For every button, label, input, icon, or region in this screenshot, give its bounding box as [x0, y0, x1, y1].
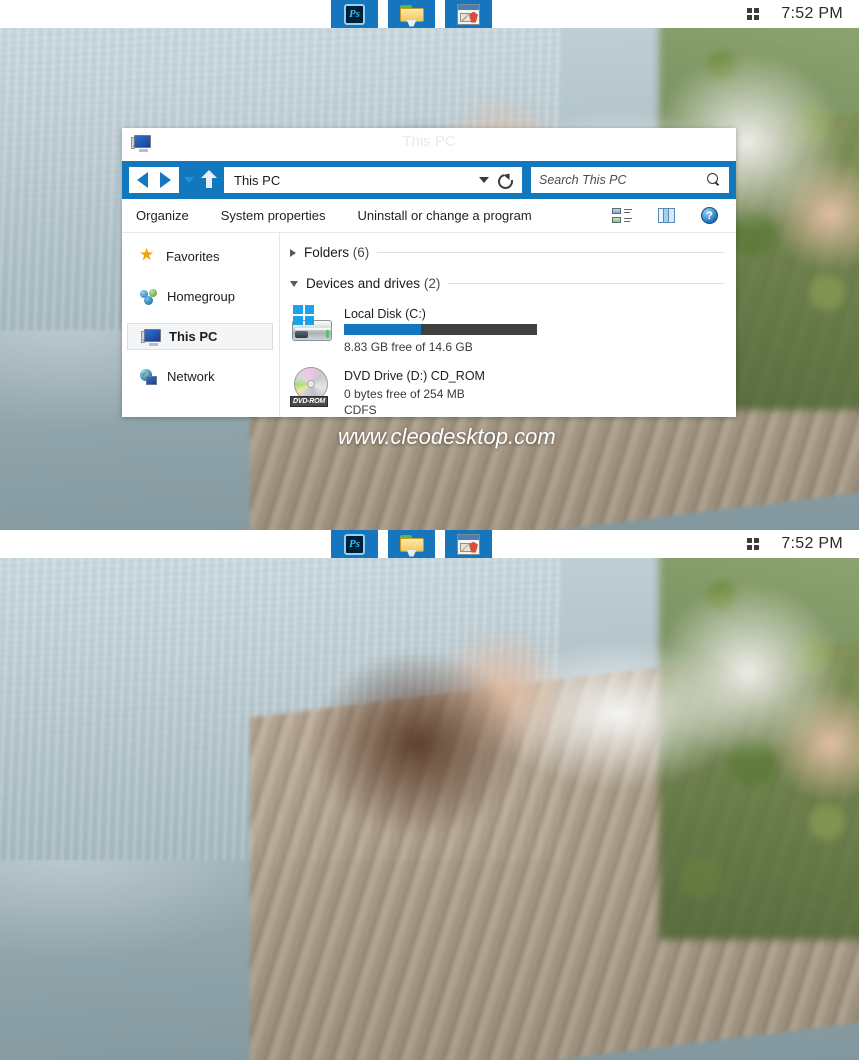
- file-list-pane: Folders (6) Devices and drives (2) Local…: [280, 233, 736, 417]
- command-bar-icons: ?: [612, 207, 722, 224]
- app-grid-icon[interactable]: [747, 538, 760, 550]
- screen-bottom: Ps 7:52 PM This PC: [0, 530, 859, 1060]
- group-title: Folders (6): [304, 245, 370, 260]
- window-title: This PC: [402, 133, 456, 150]
- drive-capacity-bar: [344, 324, 537, 335]
- taskbar-button-photoshop[interactable]: Ps: [331, 530, 378, 558]
- taskbar: Ps 7:52 PM: [0, 0, 859, 28]
- drive-name: DVD Drive (D:) CD_ROM: [344, 369, 485, 384]
- taskbar-button-file-explorer[interactable]: [388, 530, 435, 558]
- command-organize[interactable]: Organize: [136, 208, 189, 223]
- group-divider: [448, 283, 724, 284]
- taskbar-button-photoshop[interactable]: Ps: [331, 0, 378, 28]
- sidebar-item-homegroup[interactable]: Homegroup: [122, 283, 279, 310]
- photoshop-icon: Ps: [344, 533, 365, 555]
- help-icon[interactable]: ?: [701, 207, 718, 224]
- wallpaper-shading: [0, 530, 859, 1060]
- search-icon[interactable]: [707, 173, 721, 187]
- mail-icon: [457, 533, 480, 555]
- command-uninstall-or-change-a-program[interactable]: Uninstall or change a program: [358, 208, 532, 223]
- forward-button[interactable]: [160, 172, 171, 188]
- taskbar: Ps 7:52 PM: [0, 530, 859, 558]
- command-system-properties[interactable]: System properties: [221, 208, 326, 223]
- system-tray: 7:52 PM: [747, 5, 859, 23]
- taskbar-button-mail[interactable]: [445, 530, 492, 558]
- up-arrow-icon[interactable]: [201, 170, 217, 190]
- search-box[interactable]: Search This PC: [531, 167, 729, 193]
- drive-item-dvd-d[interactable]: DVD-ROM DVD Drive (D:) CD_ROM 0 bytes fr…: [290, 367, 736, 418]
- group-divider: [377, 252, 724, 253]
- taskbar-clock[interactable]: 7:52 PM: [781, 535, 843, 553]
- sidebar-item-this-pc[interactable]: This PC: [127, 323, 273, 350]
- taskbar-button-file-explorer[interactable]: [388, 0, 435, 28]
- folder-icon: [399, 4, 424, 27]
- sidebar-item-label: This PC: [169, 329, 218, 344]
- sidebar-item-label: Favorites: [166, 249, 220, 264]
- drive-list: Local Disk (C:) 8.83 GB free of 14.6 GB …: [290, 295, 736, 419]
- window-body: Favorites Homegroup This PC Network: [122, 233, 736, 417]
- drive-free-space: 0 bytes free of 254 MB: [344, 387, 465, 402]
- explorer-window: This PC This PC Search This PC Organize …: [122, 128, 736, 417]
- search-placeholder: Search This PC: [539, 173, 627, 187]
- taskbar-clock[interactable]: 7:52 PM: [781, 5, 843, 23]
- group-title: Devices and drives (2): [306, 276, 441, 291]
- screen-top: Ps 7:52 PM This PC This PC Search This P…: [0, 0, 859, 530]
- drive-item-local-disk-c[interactable]: Local Disk (C:) 8.83 GB free of 14.6 GB: [290, 305, 736, 355]
- sidebar-item-favorites[interactable]: Favorites: [122, 243, 279, 270]
- command-bar: Organize System properties Uninstall or …: [122, 199, 736, 233]
- homegroup-icon: [140, 288, 157, 305]
- sidebar-item-label: Network: [167, 369, 215, 384]
- address-bar[interactable]: This PC: [224, 167, 522, 193]
- navigation-pane: Favorites Homegroup This PC Network: [122, 233, 280, 417]
- photoshop-icon: Ps: [344, 3, 365, 25]
- sidebar-item-label: Homegroup: [167, 289, 235, 304]
- chevron-right-icon[interactable]: [290, 248, 296, 257]
- drive-name: Local Disk (C:): [344, 307, 426, 321]
- back-button[interactable]: [137, 172, 148, 188]
- network-icon: [140, 368, 157, 385]
- hard-disk-icon: [290, 305, 334, 343]
- dvd-drive-icon: DVD-ROM: [290, 367, 334, 408]
- sidebar-item-network[interactable]: Network: [122, 363, 279, 390]
- window-titlebar[interactable]: This PC: [122, 128, 736, 161]
- desktop-wallpaper: [0, 530, 859, 1060]
- chevron-down-icon[interactable]: [290, 280, 298, 287]
- this-pc-icon: [131, 135, 151, 152]
- star-icon: [139, 245, 156, 265]
- group-header-folders[interactable]: Folders (6): [290, 245, 736, 260]
- drive-free-space: 8.83 GB free of 14.6 GB: [344, 340, 473, 354]
- drive-filesystem: CDFS: [344, 403, 377, 418]
- dvd-rom-label: DVD-ROM: [290, 396, 329, 408]
- change-view-icon[interactable]: [612, 207, 632, 224]
- refresh-icon[interactable]: [497, 173, 512, 188]
- folder-icon: [399, 534, 424, 557]
- navigation-bar: This PC Search This PC: [122, 161, 736, 199]
- mail-icon: [457, 3, 480, 25]
- chevron-down-icon[interactable]: [479, 177, 489, 183]
- drive-details: Local Disk (C:) 8.83 GB free of 14.6 GB: [344, 305, 537, 355]
- nav-button-group: [129, 167, 179, 193]
- app-grid-icon[interactable]: [747, 8, 760, 20]
- site-watermark: www.cleodesktop.com: [338, 424, 556, 449]
- drive-details: DVD Drive (D:) CD_ROM 0 bytes free of 25…: [344, 367, 485, 418]
- group-header-devices-and-drives[interactable]: Devices and drives (2): [290, 276, 736, 291]
- system-tray: 7:52 PM: [747, 535, 859, 553]
- preview-pane-icon[interactable]: [658, 208, 675, 223]
- this-pc-icon: [141, 329, 161, 346]
- recent-locations-dropdown-icon[interactable]: [184, 177, 194, 183]
- taskbar-button-mail[interactable]: [445, 0, 492, 28]
- address-bar-text: This PC: [234, 172, 281, 188]
